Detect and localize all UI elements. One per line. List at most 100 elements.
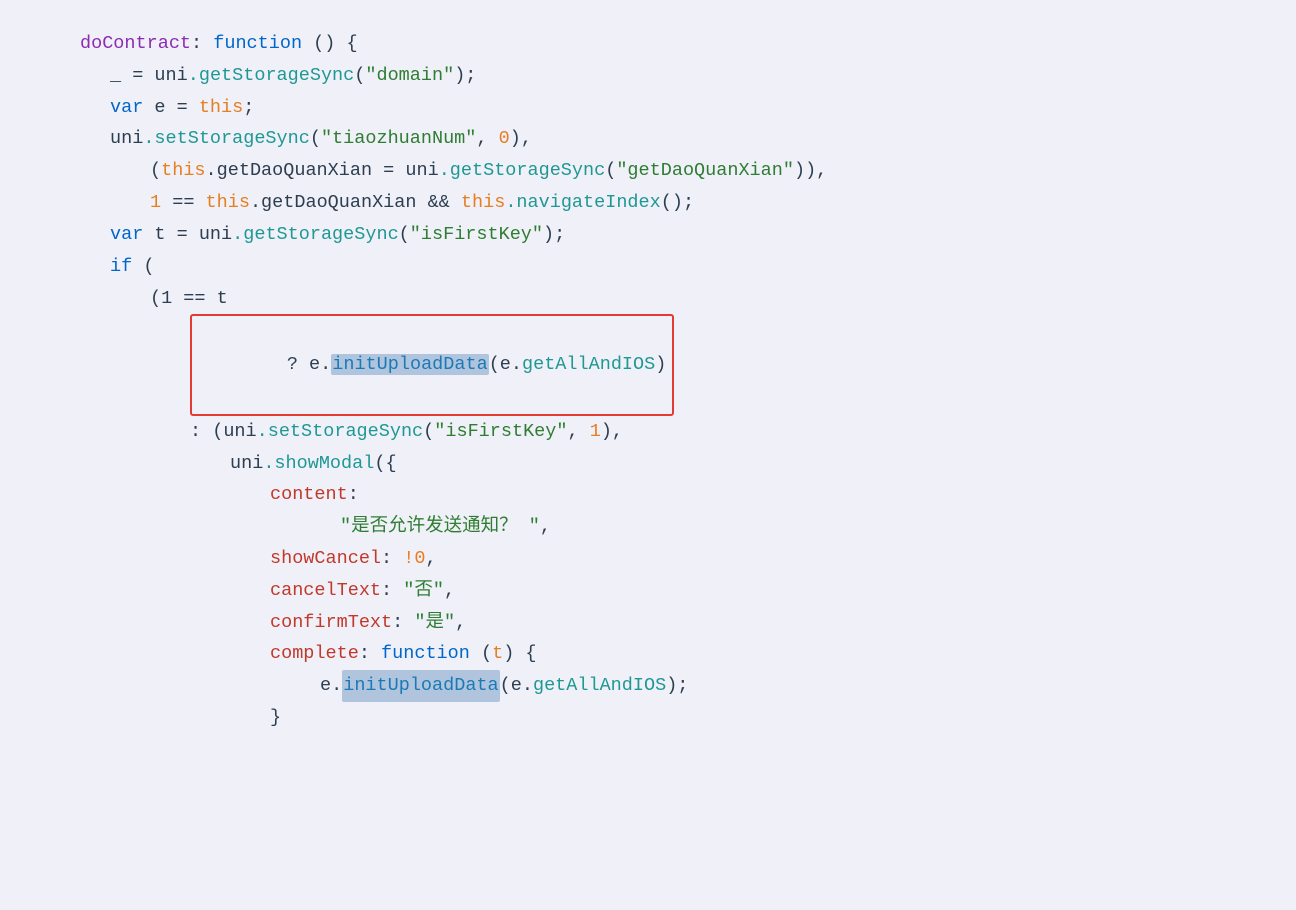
token: , (425, 543, 436, 575)
token: ( (423, 416, 434, 448)
token: getAllAndIOS (522, 354, 655, 375)
token: uni (223, 416, 256, 448)
token: ({ (374, 448, 396, 480)
code-line: confirmText: "是", (50, 607, 1296, 639)
token: == (161, 187, 205, 219)
code-line: _ = uni.getStorageSync("domain"); (50, 60, 1296, 92)
token: 1 (150, 187, 161, 219)
token: ( (310, 123, 321, 155)
token: .setStorageSync (143, 123, 310, 155)
code-line: uni.showModal({ (50, 448, 1296, 480)
highlight-region: ? e.initUploadData(e.getAllAndIOS) (190, 314, 674, 415)
token: ( (150, 155, 161, 187)
code-line: (this.getDaoQuanXian = uni.getStorageSyn… (50, 155, 1296, 187)
token: content (270, 479, 348, 511)
token: uni (110, 123, 143, 155)
token: , (540, 511, 551, 543)
token: ), (510, 123, 532, 155)
code-line-highlighted: ? e.initUploadData(e.getAllAndIOS) (50, 314, 1296, 415)
token: ) { (503, 638, 536, 670)
token: "domain" (365, 60, 454, 92)
code-line: } (50, 702, 1296, 734)
token: : ( (190, 416, 223, 448)
token: function (381, 638, 470, 670)
token: "tiaozhuanNum" (321, 123, 476, 155)
token: .setStorageSync (257, 416, 424, 448)
token: : (392, 607, 414, 639)
token: complete (270, 638, 359, 670)
token: t = (143, 219, 199, 251)
token: e = (143, 92, 199, 124)
token: "isFirstKey" (410, 219, 543, 251)
token: .getStorageSync (188, 60, 355, 92)
code-line: if ( (50, 251, 1296, 283)
token: !0 (403, 543, 425, 575)
token: ? e. (287, 354, 331, 375)
token: .showModal (263, 448, 374, 480)
token: showCancel (270, 543, 381, 575)
token: if (110, 251, 132, 283)
code-line: showCancel: !0, (50, 543, 1296, 575)
token: t (492, 638, 503, 670)
token: "isFirstKey" (434, 416, 567, 448)
token: this (206, 187, 250, 219)
token: : (381, 575, 403, 607)
token: this (161, 155, 205, 187)
token: : (359, 638, 381, 670)
code-line: 1 == this.getDaoQuanXian && this.navigat… (50, 187, 1296, 219)
code-line: uni.setStorageSync("tiaozhuanNum", 0), (50, 123, 1296, 155)
token-init-upload-2: initUploadData (342, 670, 499, 702)
token: _ = (110, 60, 154, 92)
token: this (461, 187, 505, 219)
token: e. (320, 670, 342, 702)
token: } (270, 702, 281, 734)
token: var (110, 219, 143, 251)
token: (e. (489, 354, 522, 375)
token: uni (199, 219, 232, 251)
token: "是" (414, 607, 455, 639)
code-line: doContract: function () { (50, 28, 1296, 60)
code-line: content: (50, 479, 1296, 511)
code-line: "是否允许发送通知？ ", (50, 511, 1296, 543)
token: cancelText (270, 575, 381, 607)
token: uni (154, 60, 187, 92)
code-line: e.initUploadData(e.getAllAndIOS); (50, 670, 1296, 702)
token: function (213, 28, 302, 60)
token: .getDaoQuanXian = (206, 155, 406, 187)
token: .getStorageSync (232, 219, 399, 251)
token: : (191, 28, 213, 60)
token: this (199, 92, 243, 124)
token: .getStorageSync (439, 155, 606, 187)
token: ); (666, 670, 688, 702)
token: 0 (499, 123, 510, 155)
code-line: (1 == t (50, 283, 1296, 315)
token: ; (243, 92, 254, 124)
token: , (568, 416, 590, 448)
token: "否" (403, 575, 444, 607)
token: ); (454, 60, 476, 92)
token: , (444, 575, 455, 607)
code-line: var t = uni.getStorageSync("isFirstKey")… (50, 219, 1296, 251)
token: , (476, 123, 498, 155)
token: )), (794, 155, 827, 187)
code-line: complete: function (t) { (50, 638, 1296, 670)
token: .navigateIndex (505, 187, 660, 219)
token: var (110, 92, 143, 124)
token: () { (302, 28, 358, 60)
code-editor: doContract: function () { _ = uni.getSto… (0, 0, 1296, 910)
token-init-upload: initUploadData (331, 354, 488, 375)
token: doContract (80, 28, 191, 60)
token: ( (399, 219, 410, 251)
token: "getDaoQuanXian" (616, 155, 794, 187)
token: ( (354, 60, 365, 92)
token: ( (132, 251, 154, 283)
token: .getDaoQuanXian && (250, 187, 461, 219)
token: ( (470, 638, 492, 670)
code-line: : (uni.setStorageSync("isFirstKey", 1), (50, 416, 1296, 448)
code-line: cancelText: "否", (50, 575, 1296, 607)
token: ) (655, 354, 666, 375)
token: ), (601, 416, 623, 448)
token: "是否允许发送通知？ " (340, 511, 540, 543)
token: , (455, 607, 466, 639)
token: 1 (590, 416, 601, 448)
